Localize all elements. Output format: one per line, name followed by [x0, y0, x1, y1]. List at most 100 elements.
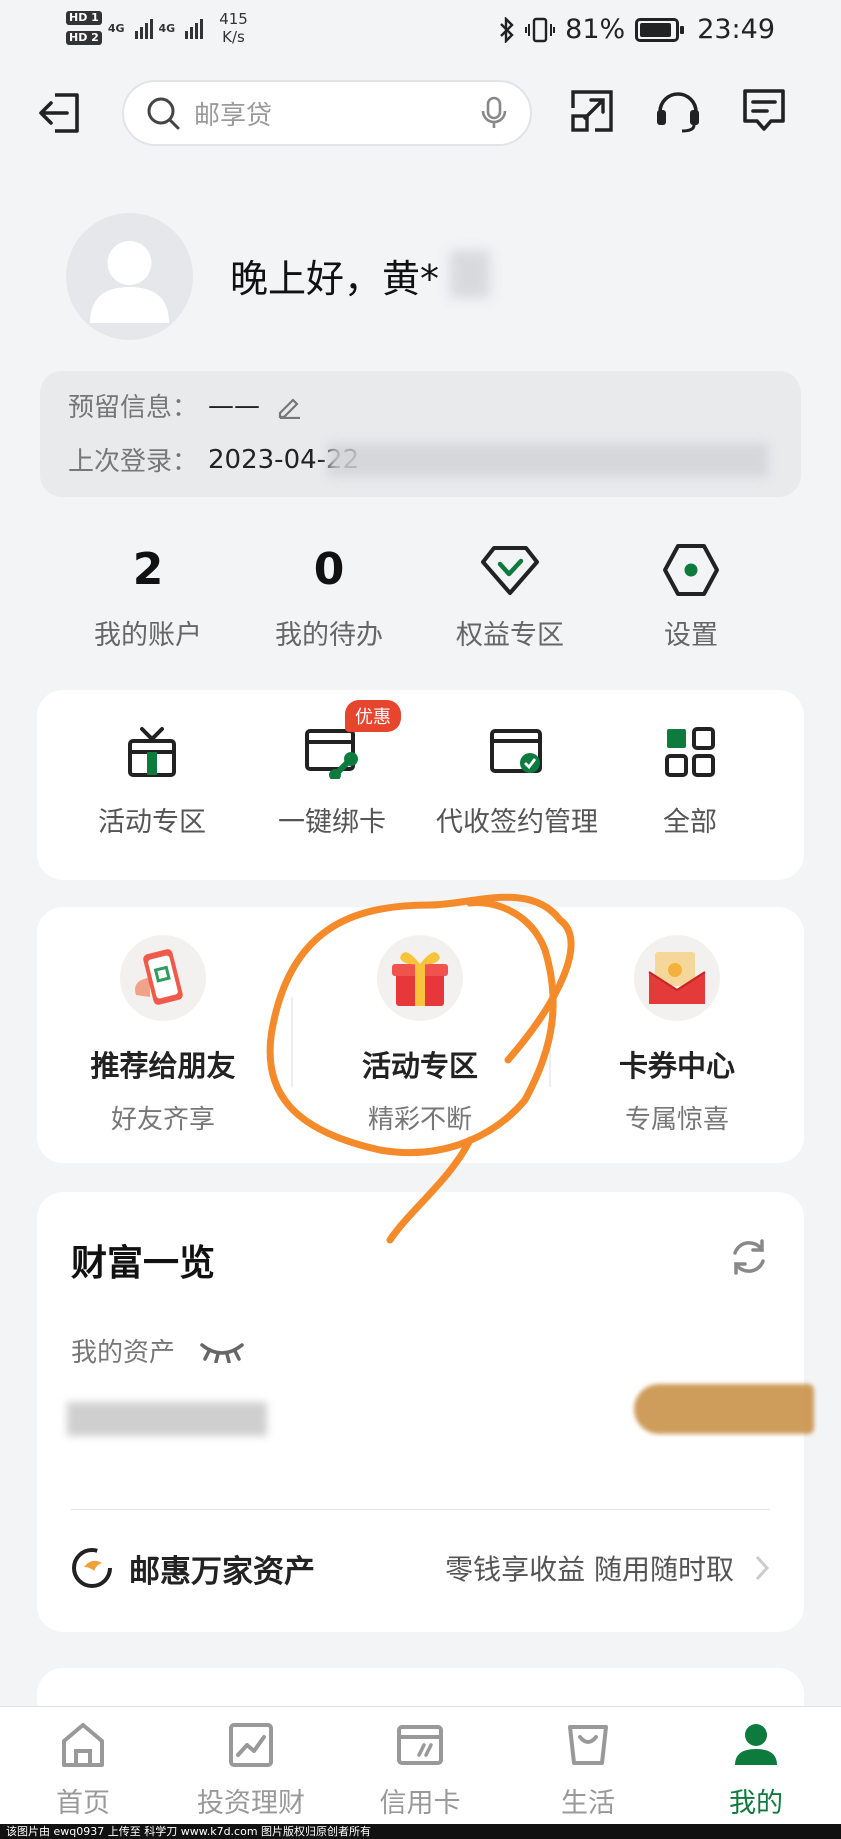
- promo-coupon-center[interactable]: 卡券中心 专属惊喜: [557, 935, 797, 1136]
- discount-badge: 优惠: [345, 700, 401, 732]
- asset-tag-mask: [634, 1384, 814, 1434]
- promo-coupon-title: 卡券中心: [618, 1049, 735, 1083]
- edit-icon[interactable]: [276, 393, 302, 419]
- chart-icon: [229, 1723, 273, 1767]
- net-type-1: 4G: [107, 21, 125, 35]
- settings[interactable]: 设置: [601, 535, 781, 652]
- promo-activity-subtitle: 精彩不断: [367, 1105, 472, 1135]
- expand-icon: [571, 90, 613, 132]
- net-speed-value: 415: [219, 10, 248, 28]
- last-login-row: 上次登录： 2023-04-22: [68, 441, 359, 478]
- messages-button[interactable]: [736, 83, 792, 139]
- tab-credit-card[interactable]: 信用卡: [345, 1717, 495, 1820]
- quick-bind-card[interactable]: 优惠 一键绑卡: [237, 700, 427, 839]
- vibrate-icon: [525, 17, 556, 42]
- eye-closed-icon[interactable]: [199, 1339, 245, 1363]
- my-assets-label: 我的资产: [71, 1338, 176, 1368]
- promo-divider-2: [549, 997, 551, 1087]
- quick-bind-card-label: 一键绑卡: [278, 807, 386, 838]
- contract-icon: [490, 729, 542, 773]
- net-speed-unit: K/s: [222, 28, 245, 46]
- battery-icon: [635, 17, 685, 42]
- search-bar[interactable]: 邮享贷: [122, 80, 532, 146]
- reserve-value: ——: [208, 390, 261, 421]
- phone-qr-icon: [135, 949, 183, 1005]
- name-mask: [450, 250, 490, 298]
- signal-1-icon: [134, 17, 153, 39]
- wealth-overview-card: 财富一览 我的资产 邮惠万家资产 零钱享收益 随用随时取: [37, 1192, 814, 1632]
- top-nav: 邮享贷: [0, 75, 841, 155]
- quick-contract-manage[interactable]: 代收签约管理: [417, 722, 617, 839]
- youhui-logo-icon: [72, 1548, 112, 1588]
- wealth-title: 财富一览: [71, 1243, 216, 1284]
- promo-divider-1: [291, 997, 293, 1087]
- user-icon: [735, 1724, 777, 1765]
- promo-activity-zone[interactable]: 活动专区 精彩不断: [300, 935, 540, 1136]
- promo-recommend-subtitle: 好友齐享: [110, 1105, 215, 1135]
- greeting: 晚上好，黄*: [230, 257, 440, 301]
- tab-life[interactable]: 生活: [513, 1717, 663, 1820]
- quick-activity-zone[interactable]: 活动专区: [57, 722, 247, 839]
- my-todos[interactable]: 0 我的待办: [239, 535, 419, 652]
- present-icon: [392, 952, 448, 1006]
- tab-life-label: 生活: [561, 1788, 615, 1819]
- tab-invest[interactable]: 投资理财: [176, 1717, 326, 1820]
- promo-activity-title: 活动专区: [361, 1049, 478, 1083]
- customer-service-button[interactable]: [650, 83, 706, 139]
- search-icon: [147, 97, 180, 130]
- red-envelope-icon: [648, 952, 706, 1004]
- message-icon: [743, 89, 785, 131]
- gift-box-icon: [128, 727, 176, 777]
- reserve-row: 预留信息： ——: [68, 387, 302, 424]
- bind-card-icon: [305, 729, 358, 779]
- reserve-label: 预留信息：: [68, 393, 199, 423]
- chevron-right-icon: [755, 1555, 770, 1581]
- promo-card: 推荐给朋友 好友齐享 活动专区 精彩不断 卡券中心 专属惊喜: [37, 907, 804, 1163]
- diamond-icon: [481, 546, 539, 595]
- product-name: 邮惠万家资产: [129, 1553, 315, 1590]
- tab-home-label: 首页: [56, 1788, 110, 1819]
- signal-2-icon: [185, 17, 204, 39]
- accounts-label: 我的账户: [94, 620, 202, 651]
- sim2-badge: HD 2: [66, 31, 102, 45]
- logout-icon: [39, 93, 79, 133]
- promo-recommend-title: 推荐给朋友: [90, 1049, 236, 1083]
- bottom-tab-bar: 首页 投资理财 信用卡 生活 我的: [0, 1706, 841, 1824]
- product-desc: 零钱享收益 随用随时取: [445, 1553, 734, 1586]
- headset-icon: [657, 92, 699, 133]
- tab-credit-card-label: 信用卡: [379, 1788, 461, 1819]
- youhui-wanjia-row[interactable]: 邮惠万家资产 零钱享收益 随用随时取: [71, 1540, 770, 1596]
- avatar[interactable]: [66, 213, 193, 340]
- bag-icon: [568, 1725, 608, 1765]
- net-speed: 415 K/s: [219, 10, 248, 46]
- tab-home[interactable]: 首页: [8, 1717, 158, 1820]
- grid-icon: [665, 727, 715, 777]
- tab-mine[interactable]: 我的: [681, 1717, 831, 1820]
- benefits-label: 权益专区: [456, 620, 564, 651]
- accounts-count: 2: [132, 544, 164, 595]
- my-accounts[interactable]: 2 我的账户: [58, 535, 238, 652]
- scan-button[interactable]: [564, 83, 620, 139]
- quick-all-label: 全部: [663, 807, 717, 838]
- search-placeholder: 邮享贷: [194, 100, 273, 131]
- quick-actions-card: 活动专区 优惠 一键绑卡 代收签约管理 全部: [37, 690, 804, 880]
- promo-coupon-subtitle: 专属惊喜: [624, 1105, 729, 1135]
- user-silhouette-icon: [90, 241, 169, 323]
- todos-count: 0: [313, 544, 345, 595]
- refresh-icon: [733, 1239, 765, 1275]
- logout-button[interactable]: [32, 85, 88, 141]
- wealth-divider: [71, 1509, 770, 1510]
- benefits-zone[interactable]: 权益专区: [420, 535, 600, 652]
- quick-contract-label: 代收签约管理: [436, 807, 598, 838]
- quick-all[interactable]: 全部: [595, 722, 785, 839]
- login-detail-mask: [328, 443, 768, 477]
- credit-card-icon: [397, 1725, 443, 1765]
- promo-recommend[interactable]: 推荐给朋友 好友齐享: [43, 935, 283, 1136]
- microphone-icon[interactable]: [480, 96, 508, 130]
- tab-mine-label: 我的: [729, 1788, 783, 1819]
- status-right: 81% 23:49: [499, 14, 775, 45]
- refresh-button[interactable]: [728, 1236, 770, 1282]
- sim1-badge: HD 1: [66, 11, 102, 25]
- todos-label: 我的待办: [275, 620, 383, 651]
- status-bar: HD 1 HD 2 4G 4G 415 K/s 81% 23:49: [0, 0, 841, 64]
